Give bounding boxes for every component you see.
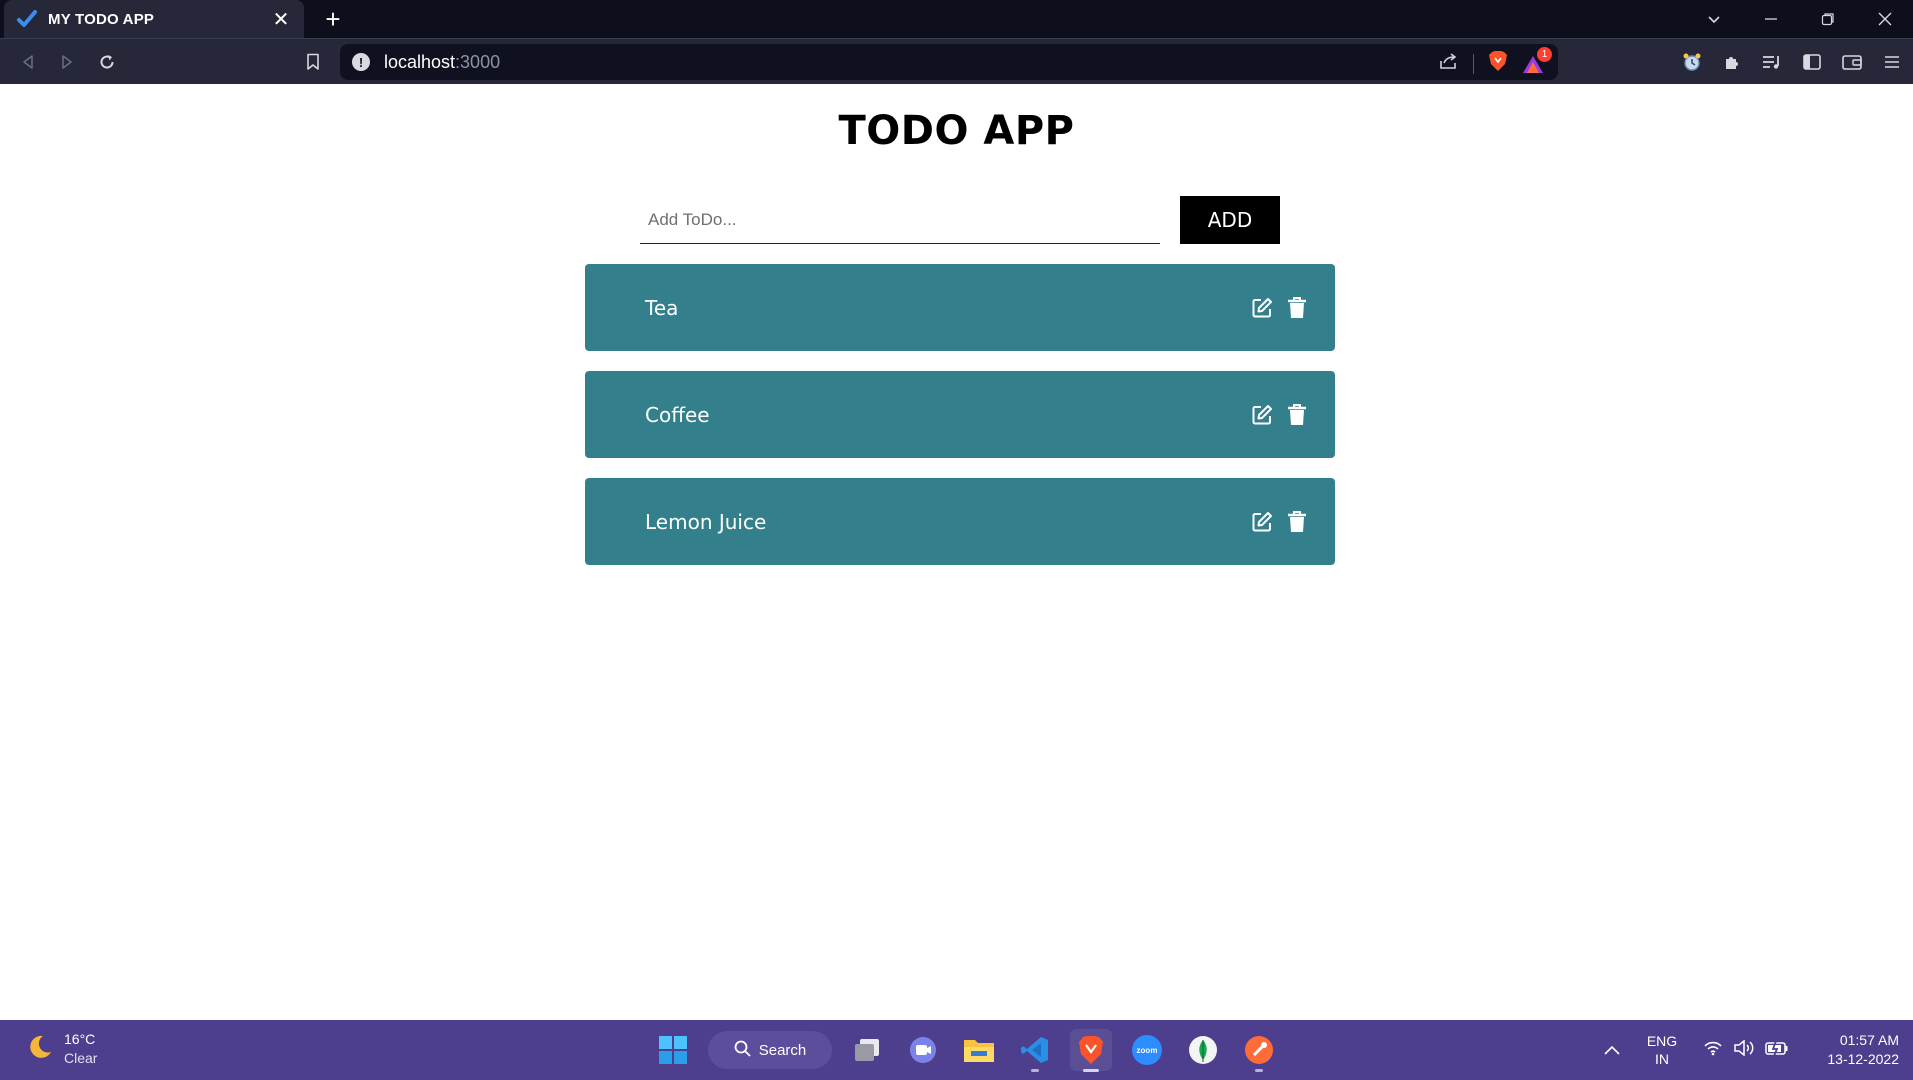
tab-close-icon[interactable]: ✕ [270,7,292,32]
taskbar-search[interactable]: Search [708,1031,832,1069]
brave-browser-icon[interactable] [1070,1029,1112,1072]
close-window-icon[interactable] [1856,0,1913,38]
page-title: TODO APP [838,108,1075,154]
wifi-icon [1703,1040,1723,1061]
address-bar[interactable]: ! localhost:3000 1 [340,44,1558,80]
rewards-badge: 1 [1537,46,1552,62]
menu-hamburger-icon[interactable] [1877,48,1907,76]
clock[interactable]: 01:57 AM 13-12-2022 [1809,1031,1899,1069]
reload-icon[interactable] [92,48,122,76]
weather-temperature: 16°C [64,1031,96,1047]
new-tab-button[interactable]: + [318,4,348,34]
brave-shields-icon[interactable] [1488,50,1508,77]
browser-tab[interactable]: MY TODO APP ✕ [4,0,304,38]
svg-text:zoom: zoom [1137,1046,1158,1055]
language-line2: IN [1655,1051,1669,1067]
vscode-icon[interactable] [1014,1029,1056,1072]
forward-icon[interactable] [52,48,82,76]
edit-icon[interactable] [1251,404,1273,426]
clock-date: 13-12-2022 [1827,1051,1899,1067]
file-explorer-icon[interactable] [958,1029,1000,1071]
url-host: localhost [384,51,456,72]
delete-trash-icon[interactable] [1287,403,1309,426]
system-tray: ENG IN 01:57 AM 13-12-2022 [1603,1020,1913,1080]
share-icon[interactable] [1439,52,1459,75]
edit-icon[interactable] [1251,297,1273,319]
mongodb-compass-icon[interactable] [1182,1029,1224,1071]
todo-text: Coffee [645,402,710,427]
url-port: :3000 [455,51,501,72]
start-button[interactable] [652,1029,694,1071]
teams-chat-icon[interactable] [902,1029,944,1071]
weather-widget[interactable]: 16°C Clear [24,1030,97,1068]
todo-list: Tea Coffee Lemon Juice [585,264,1335,585]
media-playlist-icon[interactable] [1757,48,1787,76]
add-todo-row: ADD [640,196,1280,244]
extension-clock-icon[interactable] [1677,48,1707,76]
weather-condition: Clear [64,1050,98,1066]
bookmark-icon[interactable] [298,48,328,76]
todo-item: Coffee [585,371,1335,458]
todo-item: Lemon Juice [585,478,1335,565]
todo-text: Tea [645,295,679,320]
browser-toolbar: ! localhost:3000 1 [0,38,1913,84]
tab-search-chevron-icon[interactable] [1685,0,1742,38]
todo-actions [1251,510,1309,533]
moon-icon [24,1032,54,1067]
extensions-puzzle-icon[interactable] [1717,48,1747,76]
running-indicator [1031,1069,1039,1072]
active-indicator [1083,1069,1099,1072]
sidebar-toggle-icon[interactable] [1797,48,1827,76]
taskbar: 16°C Clear Search zoom ENG IN 01:57 AM 1… [0,1020,1913,1080]
postman-icon[interactable] [1238,1029,1280,1072]
tab-title: MY TODO APP [48,10,155,28]
search-label: Search [758,1041,807,1059]
zoom-icon[interactable]: zoom [1126,1029,1168,1071]
delete-trash-icon[interactable] [1287,296,1309,319]
battery-charging-icon [1765,1040,1789,1061]
extensions-row [1677,48,1907,76]
restore-icon[interactable] [1799,0,1856,38]
show-hidden-icons-chevron-icon[interactable] [1603,1044,1621,1056]
taskbar-apps: Search zoom [652,1028,1280,1072]
brave-rewards-icon[interactable]: 1 [1522,46,1552,74]
language-indicator[interactable]: ENG IN [1635,1032,1689,1068]
language-line1: ENG [1646,1033,1678,1049]
add-button[interactable]: ADD [1180,196,1280,244]
page-content: TODO APP ADD Tea Coffee [0,84,1913,1020]
quick-settings[interactable] [1703,1038,1789,1061]
back-icon[interactable] [13,48,43,76]
volume-icon [1733,1038,1755,1061]
edit-icon[interactable] [1251,511,1273,533]
todo-actions [1251,403,1309,426]
minimize-icon[interactable] [1742,0,1799,38]
search-icon [734,1040,751,1061]
browser-tab-bar: MY TODO APP ✕ + [0,0,1913,38]
todo-text: Lemon Juice [645,509,767,534]
delete-trash-icon[interactable] [1287,510,1309,533]
todo-item: Tea [585,264,1335,351]
todo-actions [1251,296,1309,319]
site-info-icon[interactable]: ! [352,53,370,71]
window-controls [1685,0,1913,38]
running-indicator [1255,1069,1263,1072]
divider [1473,53,1474,74]
wallet-icon[interactable] [1837,48,1867,76]
add-todo-input[interactable] [640,196,1160,244]
clock-time: 01:57 AM [1839,1032,1899,1048]
task-view-icon[interactable] [846,1029,888,1071]
checkmark-favicon-icon [16,8,38,30]
